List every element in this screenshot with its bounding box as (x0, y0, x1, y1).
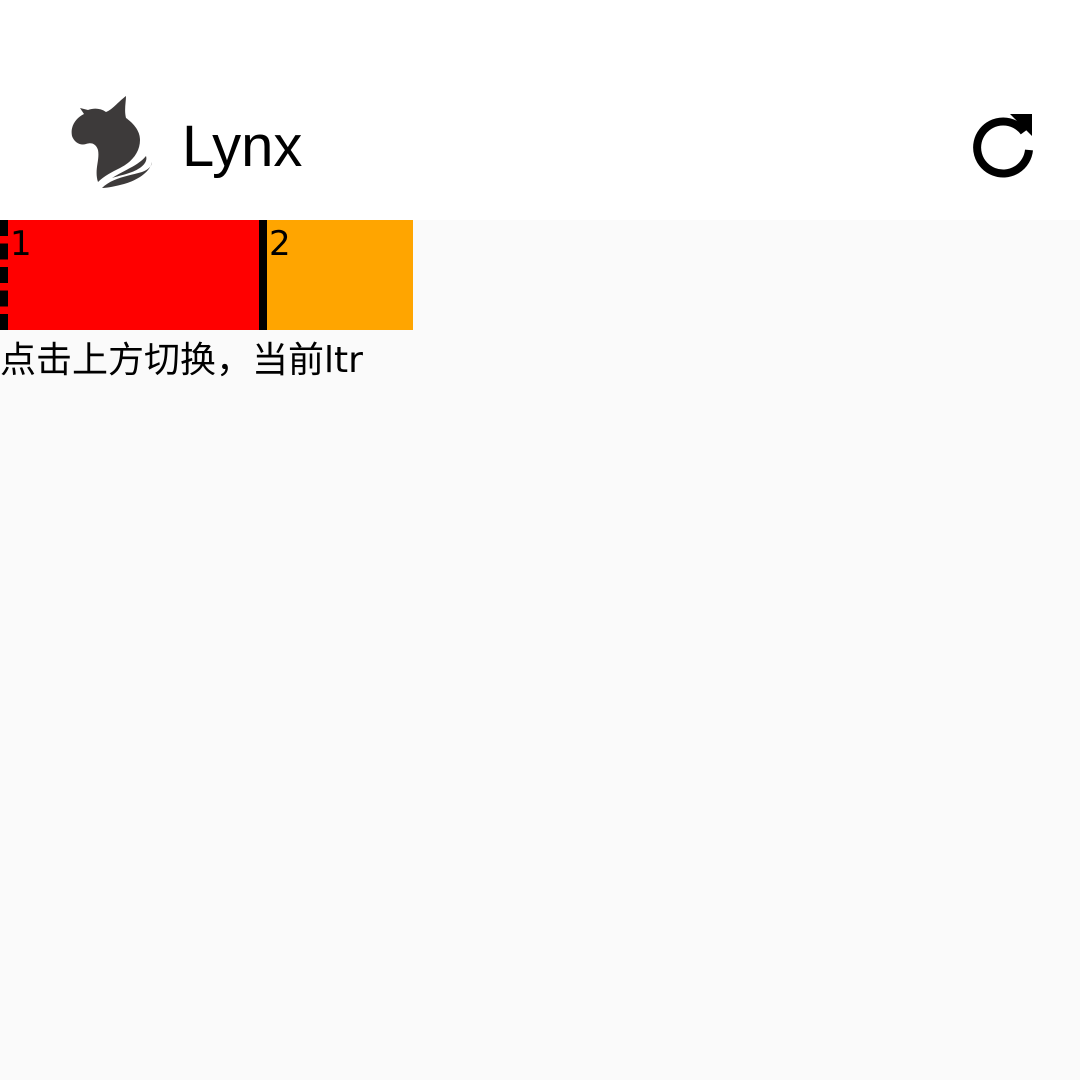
box-two[interactable]: 2 (267, 220, 413, 330)
box-two-label: 2 (269, 224, 291, 264)
lynx-logo-icon (71, 96, 152, 188)
direction-toggle-row[interactable]: 1 2 (0, 220, 413, 330)
refresh-icon[interactable] (966, 108, 1040, 182)
content-area: 1 2 点击上方切换，当前ltr (0, 220, 1080, 1080)
box-one-label: 1 (10, 224, 32, 264)
app-bar: Lynx (0, 0, 1080, 220)
box-one[interactable]: 1 (0, 220, 267, 330)
direction-status-text: 点击上方切换，当前ltr (0, 340, 363, 381)
app-title: Lynx (182, 114, 303, 179)
